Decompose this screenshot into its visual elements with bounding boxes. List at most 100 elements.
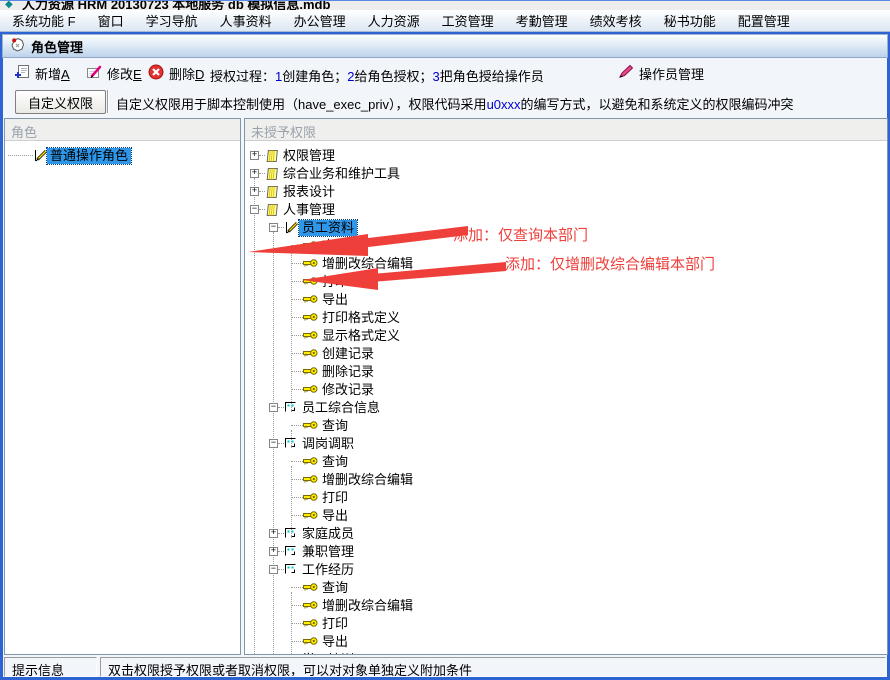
tree-row[interactable]: 导出: [245, 507, 887, 525]
tree-row[interactable]: 查询: [245, 417, 887, 435]
tree-row[interactable]: 导出: [245, 291, 887, 309]
custom-privilege-button[interactable]: 自定义权限: [15, 90, 106, 114]
roles-panel-header: 角色: [5, 119, 240, 141]
expand-plus-icon[interactable]: +: [269, 529, 278, 538]
key-icon: [303, 275, 319, 289]
menu-item[interactable]: 秘书功能: [660, 9, 720, 32]
expand-plus-icon[interactable]: +: [250, 151, 259, 160]
collapse-minus-icon[interactable]: −: [269, 565, 278, 574]
tree-node-label: 查询: [319, 418, 351, 434]
tree-row[interactable]: 显示格式定义: [245, 327, 887, 345]
menu-item[interactable]: 系统功能 F: [8, 9, 80, 32]
key-icon: [303, 329, 319, 343]
text-segment: 把角色授给操作员: [440, 69, 544, 84]
tree-row[interactable]: 创建记录: [245, 345, 887, 363]
tree-row[interactable]: 增删改综合编辑: [245, 597, 887, 615]
window-title-bar: 角色管理: [2, 34, 888, 58]
tree-row[interactable]: +综合业务和维护工具: [245, 165, 887, 183]
edit-label: 修改E: [107, 64, 142, 83]
toolbar-custom-privilege: 自定义权限 自定义权限用于脚本控制使用（have_exec_priv），权限代码…: [3, 88, 887, 116]
permissions-tree[interactable]: +权限管理+综合业务和维护工具+报表设计−人事管理−员工资料查询增删改综合编辑打…: [245, 141, 887, 654]
tree-node-label: 打印格式定义: [319, 310, 403, 326]
collapse-minus-icon[interactable]: −: [269, 223, 278, 232]
expand-plus-icon[interactable]: +: [250, 187, 259, 196]
operator-pencil-icon: [618, 64, 634, 82]
text-segment: 给角色授权；: [355, 69, 433, 84]
tree-row[interactable]: −员工综合信息: [245, 399, 887, 417]
window-title: 角色管理: [31, 37, 83, 56]
tree-node-label: 修改记录: [319, 382, 377, 398]
key-icon: [303, 311, 319, 325]
delete-label: 删除D: [169, 64, 204, 83]
tree-row[interactable]: 删除记录: [245, 363, 887, 381]
role-hand-icon: [9, 37, 25, 56]
text-segment: u0xxx: [487, 97, 521, 112]
status-label: 提示信息: [4, 657, 97, 677]
tree-row[interactable]: − 调岗调职: [245, 435, 887, 453]
text-segment: 2: [347, 69, 354, 84]
tree-row[interactable]: 打印: [245, 615, 887, 633]
menu-item[interactable]: 绩效考核: [586, 9, 646, 32]
tree-row[interactable]: +学习培训: [245, 651, 887, 654]
menu-item[interactable]: 人事资料: [216, 9, 276, 32]
menu-item[interactable]: 办公管理: [290, 9, 350, 32]
tree-connector: [291, 299, 303, 300]
tree-connector: [291, 641, 303, 642]
tree-node-label: 查询: [319, 454, 351, 470]
tree-node-label: 普通操作角色: [47, 148, 131, 164]
tree-node-label: 权限管理: [280, 148, 338, 164]
tree-node-label: 学习培训: [299, 652, 357, 654]
new-button[interactable]: 新增A: [11, 62, 73, 84]
menu-item[interactable]: 考勤管理: [512, 9, 572, 32]
tree-node-label: 查询: [319, 238, 351, 254]
form-icon: [284, 401, 300, 415]
menu-item[interactable]: 人力资源: [364, 9, 424, 32]
tree-node-label: 工作经历: [299, 562, 357, 578]
tree-row[interactable]: + 权限管理: [245, 147, 887, 165]
tree-row[interactable]: 导出: [245, 633, 887, 651]
tree-row[interactable]: 打印: [245, 489, 887, 507]
edit-icon: [86, 64, 102, 82]
roles-tree[interactable]: 普通操作角色: [5, 141, 240, 654]
tree-row[interactable]: 打印格式定义: [245, 309, 887, 327]
operator-management-button[interactable]: 操作员管理: [615, 62, 707, 84]
text-segment: 的编写方式，以避免和系统定义的权限编码冲突: [521, 97, 794, 112]
expand-plus-icon[interactable]: +: [269, 547, 278, 556]
text-segment: 授权过程：: [210, 69, 275, 84]
tree-row[interactable]: 普通操作角色: [5, 147, 240, 165]
menu-item[interactable]: 窗口: [94, 9, 128, 32]
expand-plus-icon[interactable]: +: [250, 169, 259, 178]
tree-node-label: 导出: [319, 634, 351, 650]
tree-node-label: 调岗调职: [299, 436, 357, 452]
tree-row[interactable]: −人事管理: [245, 201, 887, 219]
menu-item[interactable]: 工资管理: [438, 9, 498, 32]
tree-row[interactable]: − 工作经历: [245, 561, 887, 579]
collapse-minus-icon[interactable]: −: [269, 403, 278, 412]
tree-row[interactable]: +兼职管理: [245, 543, 887, 561]
tree-row[interactable]: 查询: [245, 579, 887, 597]
collapse-minus-icon[interactable]: −: [269, 439, 278, 448]
tree-node-label: 打印: [319, 274, 351, 290]
application-window: ◆ 人力资源 HRM 20130723 本地服务 db 模拟信息.mdb 系统功…: [0, 0, 890, 680]
tree-row[interactable]: 增删改综合编辑: [245, 471, 887, 489]
tree-row[interactable]: 修改记录: [245, 381, 887, 399]
key-icon: [303, 509, 319, 523]
roles-panel: 角色 普通操作角色: [4, 118, 241, 655]
key-icon: [303, 347, 319, 361]
authorization-process-text: 授权过程：1创建角色；2给角色授权；3把角色授给操作员: [210, 66, 544, 85]
role-management-window: 角色管理 新增A: [0, 32, 890, 680]
tree-connector: [291, 623, 303, 624]
menu-item[interactable]: 学习导航: [142, 9, 202, 32]
key-icon: [303, 419, 319, 433]
menu-item[interactable]: 配置管理: [734, 9, 794, 32]
tree-row[interactable]: +报表设计: [245, 183, 887, 201]
tree-row[interactable]: +家庭成员: [245, 525, 887, 543]
edit-button[interactable]: 修改E: [83, 62, 145, 84]
tree-row[interactable]: 查询: [245, 453, 887, 471]
tree-row[interactable]: 打印: [245, 273, 887, 291]
delete-icon: [148, 64, 164, 83]
tree-node-label: 员工资料: [299, 220, 357, 236]
collapse-minus-icon[interactable]: −: [250, 205, 259, 214]
delete-button[interactable]: 删除D: [145, 62, 207, 84]
tree-connector: [291, 425, 303, 426]
